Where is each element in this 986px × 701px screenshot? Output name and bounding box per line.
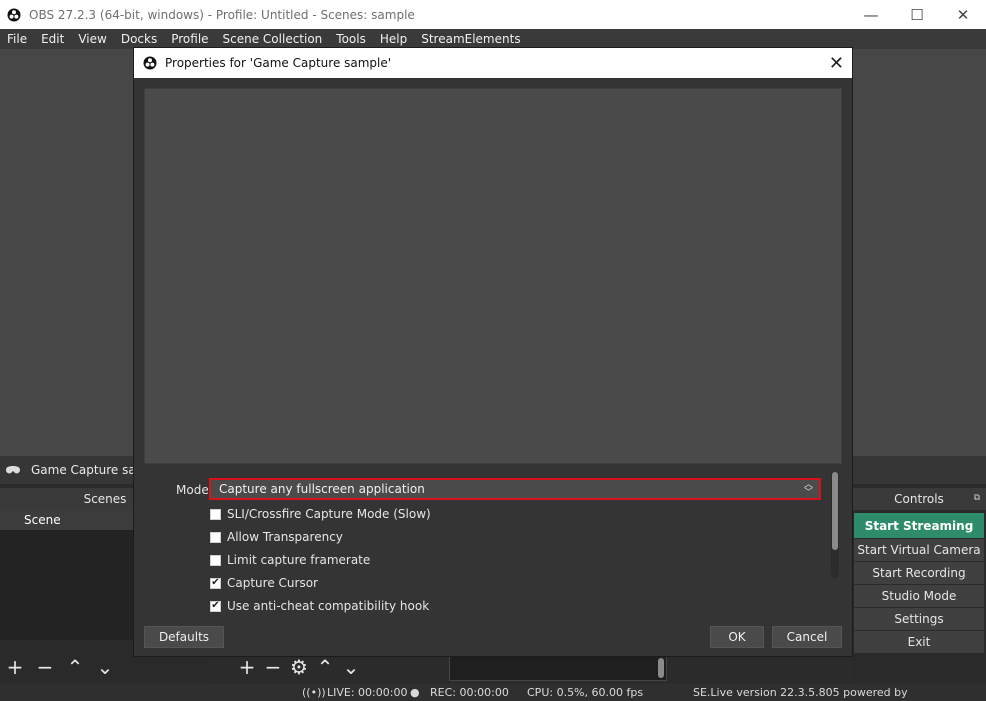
menu-edit[interactable]: Edit bbox=[34, 32, 71, 46]
source-move-down-icon[interactable]: ⌄ bbox=[340, 657, 362, 677]
menu-help[interactable]: Help bbox=[373, 32, 414, 46]
limit-framerate-label: Limit capture framerate bbox=[227, 553, 371, 567]
audio-mixer-area[interactable] bbox=[449, 655, 667, 681]
mode-select[interactable]: Capture any fullscreen application ︿ ﹀ bbox=[209, 478, 821, 500]
dialog-titlebar: Properties for 'Game Capture sample' ✕ bbox=[134, 48, 852, 78]
menu-file[interactable]: File bbox=[0, 32, 34, 46]
scenes-toolbar: + − ⌃ ⌄ bbox=[0, 653, 116, 681]
allow-transparency-checkbox[interactable] bbox=[210, 531, 221, 543]
anti-cheat-hook-checkbox[interactable]: ✔ bbox=[210, 600, 221, 612]
close-icon[interactable]: ✕ bbox=[829, 53, 844, 74]
remove-source-icon[interactable]: − bbox=[262, 657, 284, 677]
rec-time: REC: 00:00:00 bbox=[430, 686, 509, 699]
chevron-updown-icon: ︿ ﹀ bbox=[803, 480, 813, 498]
menu-bar: File Edit View Docks Profile Scene Colle… bbox=[0, 29, 986, 49]
start-streaming-button[interactable]: Start Streaming bbox=[854, 513, 984, 538]
scrollbar-thumb[interactable] bbox=[832, 472, 838, 550]
capture-cursor-checkbox[interactable]: ✔ bbox=[210, 577, 221, 589]
menu-view[interactable]: View bbox=[71, 32, 113, 46]
window-title: OBS 27.2.3 (64-bit, windows) - Profile: … bbox=[29, 7, 415, 22]
limit-framerate-checkbox[interactable] bbox=[210, 554, 221, 566]
live-time: LIVE: 00:00:00 bbox=[327, 686, 408, 699]
exit-button[interactable]: Exit bbox=[854, 631, 984, 653]
cpu-fps: CPU: 0.5%, 60.00 fps bbox=[527, 686, 644, 699]
capture-cursor-option[interactable]: ✔ Capture Cursor bbox=[210, 576, 318, 590]
defaults-button[interactable]: Defaults bbox=[144, 626, 224, 648]
menu-scene-collection[interactable]: Scene Collection bbox=[216, 32, 330, 46]
controls-header-label: Controls bbox=[894, 492, 944, 506]
rec-dot-icon: ● bbox=[410, 686, 420, 699]
menu-profile[interactable]: Profile bbox=[164, 32, 215, 46]
cancel-button[interactable]: Cancel bbox=[772, 626, 842, 648]
studio-mode-button[interactable]: Studio Mode bbox=[854, 585, 984, 607]
undock-icon[interactable]: ⧉ bbox=[974, 493, 980, 503]
mixer-scrollbar[interactable] bbox=[658, 658, 664, 678]
mode-label: Mode bbox=[176, 483, 209, 497]
sources-toolbar: + − ⚙ ⌃ ⌄ bbox=[236, 653, 362, 681]
window-titlebar: OBS 27.2.3 (64-bit, windows) - Profile: … bbox=[0, 0, 986, 29]
source-properties-gear-icon[interactable]: ⚙ bbox=[288, 657, 310, 677]
source-move-up-icon[interactable]: ⌃ bbox=[314, 657, 336, 677]
start-virtual-camera-button[interactable]: Start Virtual Camera bbox=[854, 539, 984, 561]
remove-scene-icon[interactable]: − bbox=[34, 657, 56, 677]
start-recording-button[interactable]: Start Recording bbox=[854, 562, 984, 584]
obs-logo-icon bbox=[7, 8, 21, 21]
anti-cheat-hook-label: Use anti-cheat compatibility hook bbox=[227, 599, 430, 613]
window-controls: — ☐ ✕ bbox=[848, 0, 986, 29]
allow-transparency-label: Allow Transparency bbox=[227, 530, 343, 544]
maximize-button[interactable]: ☐ bbox=[894, 0, 940, 29]
menu-docks[interactable]: Docks bbox=[114, 32, 164, 46]
close-window-button[interactable]: ✕ bbox=[940, 0, 986, 29]
add-source-icon[interactable]: + bbox=[236, 657, 258, 677]
settings-button[interactable]: Settings bbox=[854, 608, 984, 630]
live-broadcast-icon: ((•)) bbox=[302, 686, 326, 699]
capture-cursor-label: Capture Cursor bbox=[227, 576, 318, 590]
status-bar: ((•)) LIVE: 00:00:00 ● REC: 00:00:00 CPU… bbox=[0, 684, 986, 701]
sli-crossfire-label: SLI/Crossfire Capture Mode (Slow) bbox=[227, 507, 431, 521]
version-text: SE.Live version 22.3.5.805 powered by St… bbox=[693, 686, 908, 701]
move-up-icon[interactable]: ⌃ bbox=[64, 657, 86, 677]
menu-streamelements[interactable]: StreamElements bbox=[414, 32, 527, 46]
game-capture-icon bbox=[6, 466, 20, 474]
add-scene-icon[interactable]: + bbox=[4, 657, 26, 677]
dialog-title: Properties for 'Game Capture sample' bbox=[165, 56, 392, 70]
sli-crossfire-option[interactable]: SLI/Crossfire Capture Mode (Slow) bbox=[210, 507, 431, 521]
anti-cheat-hook-option[interactable]: ✔ Use anti-cheat compatibility hook bbox=[210, 599, 429, 613]
limit-framerate-option[interactable]: Limit capture framerate bbox=[210, 553, 370, 567]
properties-scrollbar[interactable] bbox=[831, 472, 839, 578]
controls-header: Controls ⧉ bbox=[852, 488, 986, 510]
obs-logo-icon bbox=[143, 56, 157, 70]
ok-button[interactable]: OK bbox=[710, 626, 764, 648]
move-down-icon[interactable]: ⌄ bbox=[94, 657, 116, 677]
mode-select-value: Capture any fullscreen application bbox=[219, 482, 425, 496]
controls-panel: Controls ⧉ Start Streaming Start Virtual… bbox=[852, 488, 986, 682]
sli-crossfire-checkbox[interactable] bbox=[210, 508, 221, 520]
minimize-button[interactable]: — bbox=[848, 0, 894, 29]
properties-dialog: Properties for 'Game Capture sample' ✕ M… bbox=[133, 47, 853, 657]
source-preview bbox=[144, 88, 842, 464]
menu-tools[interactable]: Tools bbox=[329, 32, 373, 46]
allow-transparency-option[interactable]: Allow Transparency bbox=[210, 530, 343, 544]
